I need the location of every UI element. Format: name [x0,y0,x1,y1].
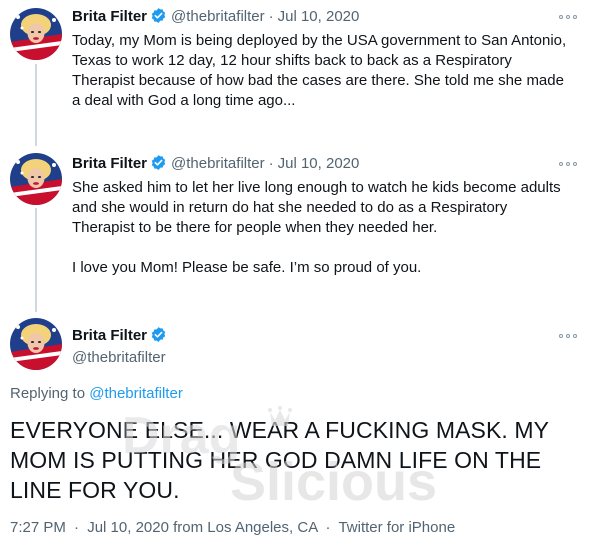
user-handle[interactable]: @thebritafilter [171,155,265,172]
avatar[interactable] [10,153,62,205]
verified-badge-icon [151,8,166,23]
more-options-icon[interactable] [559,331,577,341]
avatar-image [10,153,62,205]
verified-badge-icon [151,155,166,170]
avatar[interactable] [10,8,62,60]
tweet-location: from Los Angeles, CA [173,519,318,536]
replying-to: Replying to @thebritafilter [10,385,183,402]
avatar[interactable] [10,318,62,370]
tweet-text: Today, my Mom is being deployed by the U… [72,32,567,109]
tweet-text: She asked him to let her live long enoug… [72,179,561,276]
display-name[interactable]: Brita Filter [72,8,147,25]
display-name[interactable]: Brita Filter [72,327,147,344]
tweet-metadata: 7:27 PM · Jul 10, 2020 from Los Angeles,… [10,519,455,536]
replying-to-mention[interactable]: @thebritafilter [89,385,183,402]
tweet-header: Brita Filter @thebritafilter · Jul 10, 2020 [72,7,359,27]
display-name[interactable]: Brita Filter [72,155,147,172]
separator-dot: · [268,155,274,172]
tweet-client[interactable]: Twitter for iPhone [338,519,455,536]
main-tweet-text: EVERYONE ELSE... WEAR A FUCKING MASK. MY… [10,417,549,503]
more-options-icon[interactable] [559,12,577,22]
replying-to-label: Replying to [10,385,90,402]
separator-dot: · [74,519,80,536]
separator-dot: · [268,8,274,25]
more-options-icon[interactable] [559,159,577,169]
tweet-date[interactable]: Jul 10, 2020 [278,8,360,25]
user-handle[interactable]: @thebritafilter [171,8,265,25]
thread-connector-line [35,64,37,146]
thread-connector-line [35,208,37,312]
tweet-header: Brita Filter @thebritafilter · Jul 10, 2020 [72,154,359,174]
user-handle[interactable]: @thebritafilter [72,348,167,368]
main-tweet-header: Brita Filter @thebritafilter [72,326,167,368]
tweet-time[interactable]: 7:27 PM [10,519,66,536]
avatar-image [10,8,62,60]
avatar-image [10,318,62,370]
tweet-date[interactable]: Jul 10, 2020 [278,155,360,172]
verified-badge-icon [151,327,166,342]
tweet-full-date[interactable]: Jul 10, 2020 [87,519,169,536]
separator-dot: · [325,519,331,536]
